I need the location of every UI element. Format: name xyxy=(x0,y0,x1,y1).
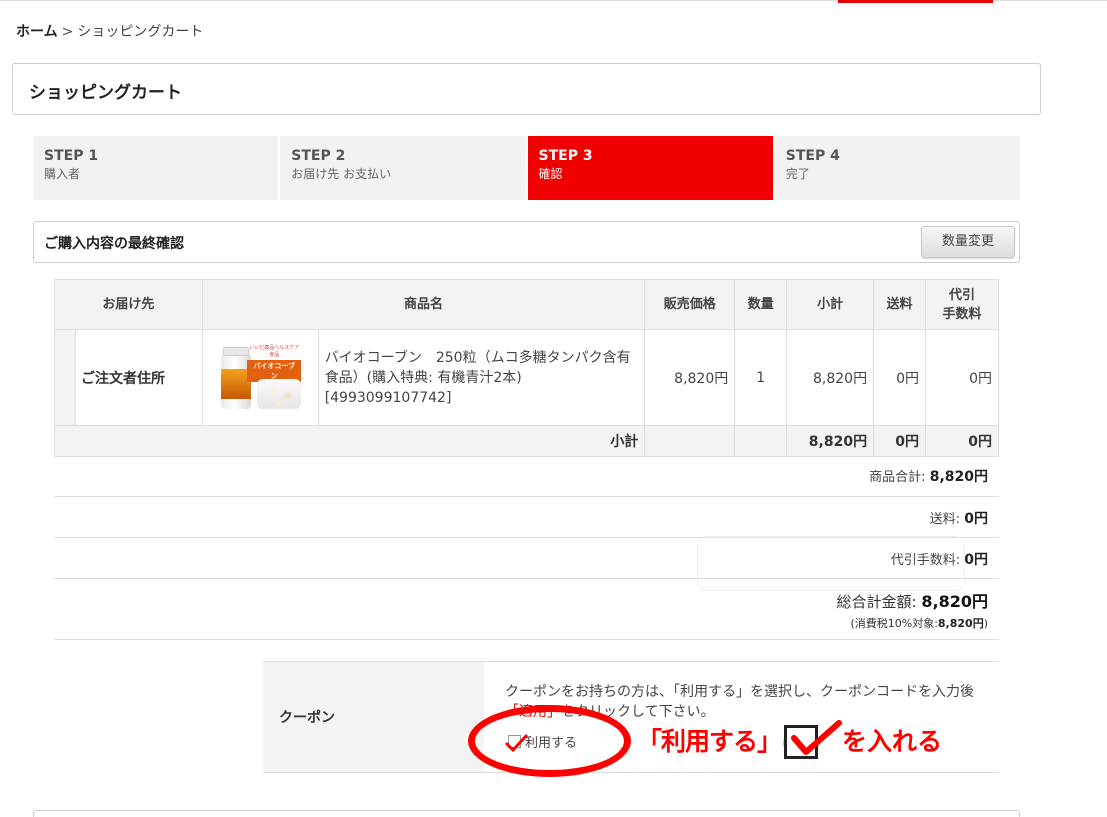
header-cod-fee-line1: 代引 xyxy=(949,287,976,303)
grand-total: 総合計金額: 8,820円 xyxy=(54,588,988,612)
subtotal-row: 小計 8,820円 0円 0円 xyxy=(53,425,999,457)
shipping-total-value: 0円 xyxy=(964,511,988,527)
destination-cell: ご注文者住所 xyxy=(74,329,203,426)
coupon-header: クーポン xyxy=(263,662,484,772)
cod-fee-total-label: 代引手数料: xyxy=(890,553,961,568)
page-title: ショッピングカート xyxy=(29,83,182,103)
grand-total-value: 8,820円 xyxy=(921,592,988,611)
coupon-label: クーポン xyxy=(279,710,335,726)
product-bottle-cap xyxy=(223,346,250,356)
header-cod-fee-line2: 手数料 xyxy=(942,306,982,322)
step-2: STEP 2 お届け先 お支払い xyxy=(280,136,526,200)
coupon-text-part1: クーポンをお持ちの方は、「利用する」を選択し、クーポンコードを入力後 xyxy=(505,684,974,700)
step-2-label: お届け先 お支払い xyxy=(291,167,392,181)
annotation-text-after: を入れる xyxy=(842,727,943,756)
coupon-text-part2: をクリックして下さい。 xyxy=(561,704,715,720)
shipping-total-label: 送料: xyxy=(929,512,961,527)
shipping-total-row: 送料: 0円 xyxy=(54,497,999,538)
breadcrumb-current: ショッピングカート xyxy=(77,24,204,40)
page-title-box: ショッピングカート xyxy=(12,63,1041,115)
step-1-number: STEP 1 xyxy=(44,148,99,164)
cod-fee-cell: 0円 xyxy=(925,329,999,426)
header-shipping: 送料 xyxy=(873,279,927,330)
product-thumbnail-cell: いいだ薬品ヘルスケア食品 バイオコーブン xyxy=(201,329,319,426)
quantity-cell: 1 xyxy=(734,329,788,426)
annotation-checkbox-icon xyxy=(784,725,818,759)
step-3-number: STEP 3 xyxy=(538,148,593,164)
next-section-box xyxy=(33,810,1020,817)
tax-note-suffix: ) xyxy=(983,617,988,630)
coupon-instructions: クーポンをお持ちの方は、「利用する」を選択し、クーポンコードを入力後「適用」をク… xyxy=(505,682,985,722)
subtotal-row-empty-price xyxy=(644,425,736,457)
header-cod-fee: 代引 手数料 xyxy=(925,279,999,330)
cart-table: お届け先 商品名 販売価格 数量 小計 送料 代引手数料 ご注文者住所 いいだ薬… xyxy=(53,279,999,457)
grand-total-row: 総合計金額: 8,820円 (消費税10%対象:8,820円) xyxy=(54,579,999,640)
step-1: STEP 1 購入者 xyxy=(33,136,279,200)
header-destination: お届け先 xyxy=(54,279,203,330)
coupon-text-apply: 「適用」 xyxy=(505,704,561,720)
tax-note-value: 8,820円 xyxy=(937,617,984,630)
product-total-row: 商品合計: 8,820円 xyxy=(54,455,999,497)
product-image[interactable]: いいだ薬品ヘルスケア食品 バイオコーブン xyxy=(219,343,302,413)
final-confirmation-label: ご購入内容の最終確認 xyxy=(44,236,184,252)
breadcrumb: ホーム > ショッピングカート xyxy=(16,21,203,41)
step-3: STEP 3 確認 xyxy=(527,136,773,200)
subtotal-row-label: 小計 xyxy=(53,425,646,457)
coupon-use-option[interactable]: 利用する xyxy=(508,732,577,751)
top-accent-bar xyxy=(838,0,993,3)
breadcrumb-separator: > xyxy=(61,24,74,40)
subtotal-row-empty-qty xyxy=(734,425,788,457)
step-2-number: STEP 2 xyxy=(291,148,346,164)
row-spacer xyxy=(54,329,76,426)
product-total-value: 8,820円 xyxy=(929,469,988,485)
cod-fee-total-row: 代引手数料: 0円 xyxy=(54,538,999,579)
change-quantity-button[interactable]: 数量変更 xyxy=(921,226,1015,258)
tax-note-prefix: (消費税10%対象: xyxy=(850,617,938,630)
subtotal-row-subtotal: 8,820円 xyxy=(786,425,875,457)
product-name-cell: バイオコーブン 250粒（ムコ多糖タンパク含有食品）(購入特典: 有機青汁2本)… xyxy=(317,329,646,426)
tax-note: (消費税10%対象:8,820円) xyxy=(54,615,988,631)
annotation-text-before: 「利用する」に xyxy=(637,727,806,756)
breadcrumb-home-link[interactable]: ホーム xyxy=(16,24,58,40)
header-subtotal: 小計 xyxy=(786,279,875,330)
final-confirmation-bar: ご購入内容の最終確認 数量変更 xyxy=(33,221,1020,263)
subtotal-row-cod-fee: 0円 xyxy=(925,425,999,457)
step-3-label: 確認 xyxy=(538,167,563,181)
subtotal-cell: 8,820円 xyxy=(786,329,875,426)
step-1-label: 購入者 xyxy=(44,167,81,181)
product-image-banner-small: いいだ薬品ヘルスケア食品 xyxy=(249,344,300,358)
header-product-name: 商品名 xyxy=(201,279,646,330)
product-pills xyxy=(257,378,302,409)
header-price: 販売価格 xyxy=(644,279,736,330)
price-cell: 8,820円 xyxy=(644,329,736,426)
grand-total-label: 総合計金額: xyxy=(836,593,917,611)
table-header-row: お届け先 商品名 販売価格 数量 小計 送料 代引手数料 xyxy=(54,279,999,330)
subtotal-row-shipping: 0円 xyxy=(873,425,927,457)
cod-fee-total-value: 0円 xyxy=(964,552,988,568)
checkout-steps: STEP 1 購入者 STEP 2 お届け先 お支払い STEP 3 確認 ST… xyxy=(33,136,1020,200)
coupon-use-checkbox[interactable] xyxy=(508,735,521,748)
step-4-label: 完了 xyxy=(785,167,810,181)
step-4-number: STEP 4 xyxy=(785,148,840,164)
step-4: STEP 4 完了 xyxy=(774,136,1020,200)
coupon-use-label: 利用する xyxy=(525,736,578,751)
product-total-label: 商品合計: xyxy=(869,470,926,485)
product-image-banner: いいだ薬品ヘルスケア食品 バイオコーブン xyxy=(247,344,302,382)
header-quantity: 数量 xyxy=(734,279,788,330)
table-row: ご注文者住所 いいだ薬品ヘルスケア食品 バイオコーブン バイオコーブン 250粒… xyxy=(54,329,999,426)
shipping-cell: 0円 xyxy=(873,329,927,426)
